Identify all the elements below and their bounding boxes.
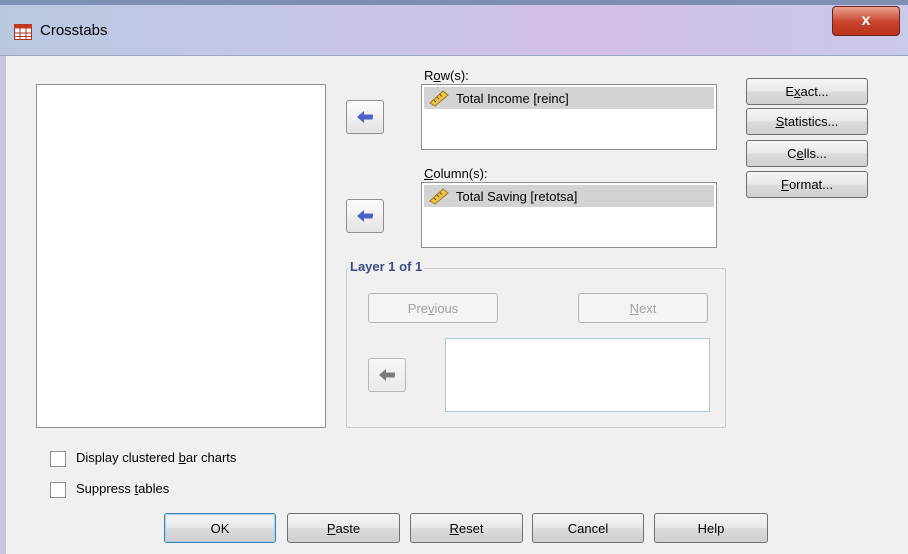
list-item-label: Total Saving [retotsa] [456,188,578,204]
move-to-columns-button[interactable] [346,199,384,233]
columns-label: Column(s): [424,166,488,181]
arrow-left-icon [357,111,374,123]
columns-list[interactable]: Total Saving [retotsa] [421,182,717,248]
arrow-left-icon [357,210,374,222]
move-to-rows-button[interactable] [346,100,384,134]
suppress-tables-label: Suppress tables [76,481,170,496]
title-bar [0,0,908,56]
next-layer-button[interactable]: Next [578,293,708,323]
statistics-button[interactable]: Statistics... [746,108,868,135]
exact-button[interactable]: Ex act... [746,78,868,105]
list-item-total-income[interactable]: Total Income [reinc] [424,87,714,109]
format-button[interactable]: Format... [746,171,868,198]
cancel-button[interactable]: Cancel [532,513,644,543]
ok-button[interactable]: OK [164,513,276,543]
rows-list[interactable]: Total Income [reinc] [421,84,717,150]
close-icon: x [861,12,871,29]
crosstabs-table-icon [14,24,32,40]
paste-button[interactable]: Paste [287,513,400,543]
clustered-bar-charts-label: Display clustered bar charts [76,450,237,465]
help-button[interactable]: Help [654,513,768,543]
list-item-label: Total Income [reinc] [456,90,569,106]
layer-list[interactable] [445,338,710,412]
window-top-border [0,0,908,5]
move-to-layer-button[interactable] [368,358,406,392]
arrow-left-icon [379,369,396,381]
source-variable-list[interactable] [36,84,326,428]
list-item-total-saving[interactable]: Total Saving [retotsa] [424,185,714,207]
reset-button[interactable]: Reset [410,513,523,543]
clustered-bar-charts-checkbox[interactable] [50,451,66,467]
rows-label: Row(s): [424,68,469,83]
previous-layer-button[interactable]: Pre v ious [368,293,498,323]
layer-group-title: Layer 1 of 1 [348,259,425,274]
scale-variable-icon [429,188,449,205]
close-button[interactable]: x [832,6,900,36]
scale-variable-icon [429,90,449,107]
window-title: Crosstabs [40,22,108,39]
suppress-tables-checkbox[interactable] [50,482,66,498]
cells-button[interactable]: Ce lls... [746,140,868,167]
window-left-frame [0,56,6,554]
